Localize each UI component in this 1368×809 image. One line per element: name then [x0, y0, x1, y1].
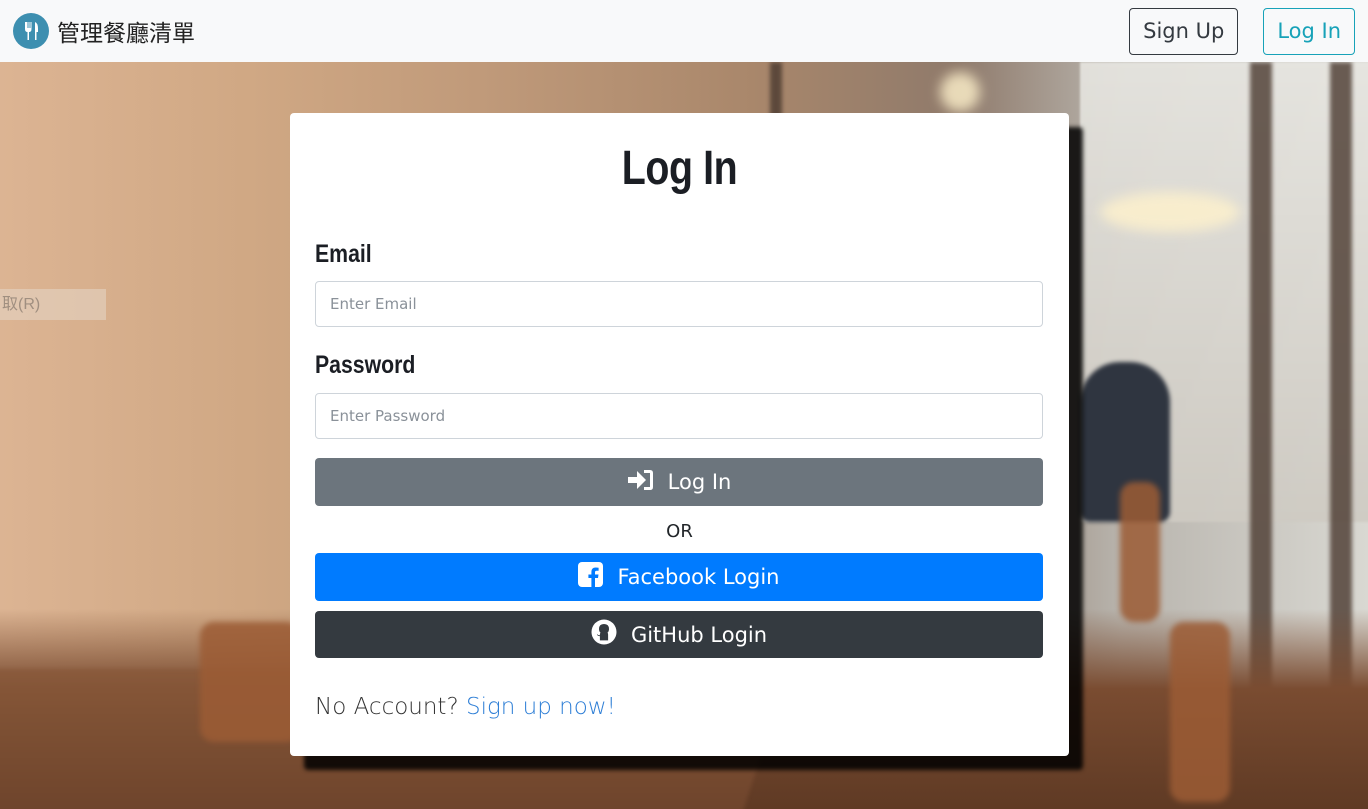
nav-actions: Sign Up Log In	[1129, 7, 1355, 55]
context-menu-remnant: 取(R)	[0, 289, 106, 320]
brand-title: 管理餐廳清單	[57, 21, 195, 47]
email-label: Email	[315, 240, 372, 268]
or-divider: OR	[666, 521, 693, 542]
github-login-label: GitHub Login	[630, 622, 768, 647]
facebook-login-label: Facebook Login	[617, 565, 780, 589]
utensils-icon	[13, 13, 49, 49]
page-title: Log In	[621, 142, 738, 195]
navbar: 管理餐廳清單 Sign Up Log In	[0, 0, 1368, 62]
nav-signup-button[interactable]: Sign Up	[1129, 7, 1239, 55]
login-card: Log In Email Password Log In OR Facebook…	[290, 113, 1069, 756]
login-button-label: Log In	[667, 470, 732, 494]
password-label: Password	[315, 351, 416, 379]
password-field[interactable]	[315, 393, 1043, 439]
facebook-login-button[interactable]: Facebook Login	[315, 553, 1043, 601]
brand[interactable]: 管理餐廳清單	[13, 13, 195, 49]
github-icon	[591, 619, 617, 650]
facebook-icon	[578, 562, 604, 592]
signup-prompt: No Account? Sign up now!	[315, 694, 1044, 720]
no-account-text: No Account?	[315, 694, 459, 720]
github-login-button[interactable]: GitHub Login	[315, 611, 1043, 658]
sign-in-icon	[627, 468, 654, 497]
nav-login-button[interactable]: Log In	[1263, 7, 1355, 55]
signup-link[interactable]: Sign up now!	[466, 694, 616, 720]
login-button[interactable]: Log In	[315, 458, 1043, 506]
email-field[interactable]	[315, 281, 1043, 327]
